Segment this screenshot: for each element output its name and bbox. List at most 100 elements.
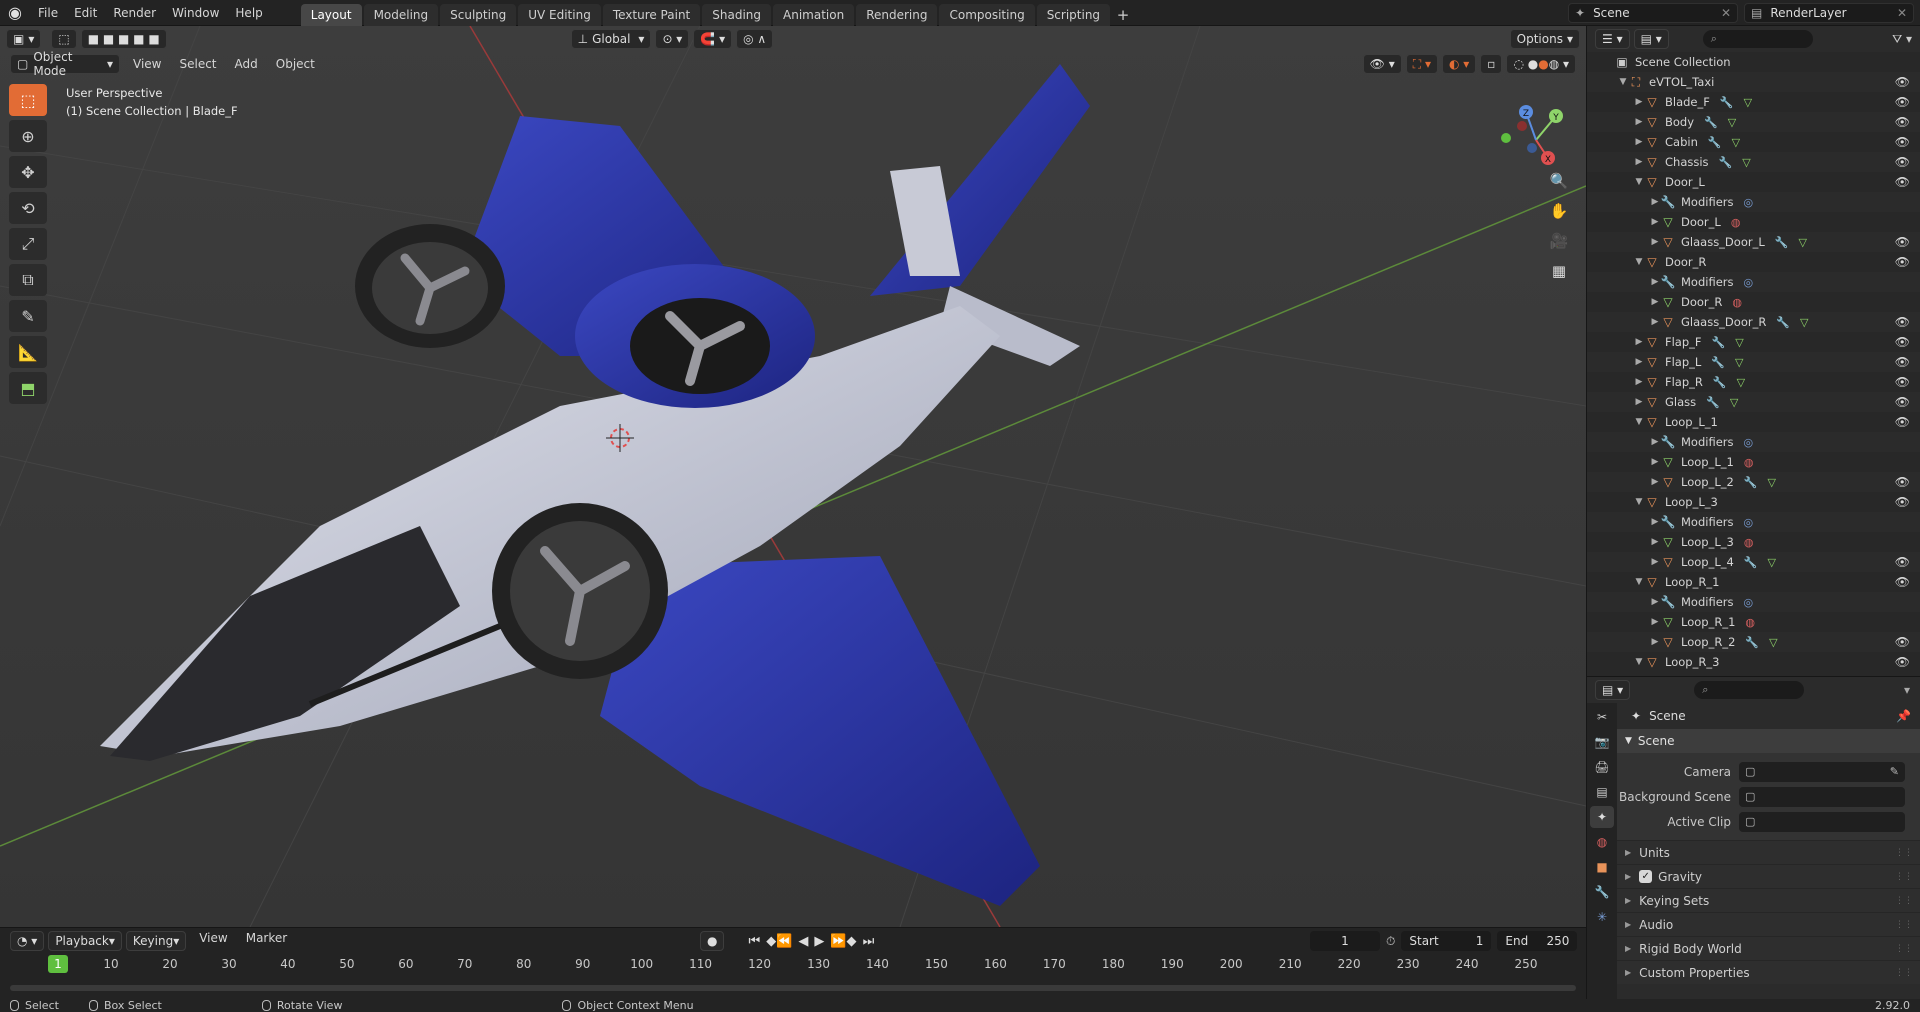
filter-icon[interactable]: ⛛ ▾ [1892,32,1912,47]
view-layer-tab-icon[interactable]: ▤ [1590,781,1614,803]
outliner-row[interactable]: ▶ ▽ Flap_L 🔧 ▽ 👁 [1587,352,1920,372]
eye-icon[interactable]: 👁 [1895,475,1910,489]
measure-tool[interactable]: 📐 [9,336,47,368]
expand-right-icon[interactable]: ▶ [1649,557,1661,567]
move-tool[interactable]: ✥ [9,156,47,188]
outliner-row[interactable]: ▼ ▽ Loop_L_1 👁 [1587,412,1920,432]
timeline-menu-marker[interactable]: Marker [237,931,296,951]
scene-tab-icon[interactable]: ✦ [1590,806,1614,828]
outliner-row[interactable]: ▶ ▽ Flap_R 🔧 ▽ 👁 [1587,372,1920,392]
timeline-menu-view[interactable]: View [190,931,236,951]
expand-right-icon[interactable]: ▶ [1633,137,1645,147]
outliner-row[interactable]: ▶ 🔧 Modifiers ◎ [1587,512,1920,532]
material-icon[interactable]: ◍ [1731,216,1741,229]
outliner-row[interactable]: ▶ ▽ Loop_R_1 ◍ [1587,612,1920,632]
material-icon[interactable]: ◍ [1745,616,1755,629]
tool-tab-icon[interactable]: ✂ [1590,706,1614,728]
modifier-tab-icon[interactable]: 🔧 [1590,881,1614,903]
expand-right-icon[interactable]: ▶ [1649,217,1661,227]
proportional-editing-toggle[interactable]: ◎ ∧ [736,29,774,49]
expand-right-icon[interactable]: ▶ [1649,637,1661,647]
viewport-menu-view[interactable]: View [124,57,170,71]
menu-file[interactable]: File [30,0,66,26]
outliner-row[interactable]: ▶ ▽ Glass 🔧 ▽ 👁 [1587,392,1920,412]
tab-compositing[interactable]: Compositing [939,3,1035,26]
eye-icon[interactable]: 👁 [1895,135,1910,149]
menu-render[interactable]: Render [105,0,164,26]
gravity-checkbox[interactable]: ✓ [1639,870,1653,883]
expand-right-icon[interactable]: ▶ [1649,297,1661,307]
expand-right-icon[interactable]: ▶ [1649,517,1661,527]
tab-rendering[interactable]: Rendering [856,3,938,26]
outliner-row[interactable]: ▼ ▽ Loop_R_1 👁 [1587,572,1920,592]
3d-viewport[interactable]: ▣ ▾ ⬚ ■ ■ ■ ■ ■ ⊥ Global ▾ ⊙ ▾ 🧲 ▾ ◎ ∧ Op… [0,26,1586,927]
property-field-background-scene[interactable]: ▢ [1739,786,1905,807]
mesh-data-icon[interactable]: ▽ [1800,316,1808,329]
eye-icon[interactable]: 👁 [1895,335,1910,349]
options-dropdown[interactable]: Options ▾ [1509,29,1580,49]
mode-dropdown[interactable]: ▢ Object Mode ▾ [10,50,120,78]
annotate-tool[interactable]: ✎ [9,300,47,332]
outliner-row[interactable]: ▶ ▽ Door_R ◍ [1587,292,1920,312]
jump-start-icon[interactable]: ⏮ [748,934,760,949]
outliner-search-input[interactable]: ⌕ [1702,30,1813,48]
eye-icon[interactable]: 👁 [1895,415,1910,429]
mesh-data-icon[interactable]: ▽ [1768,476,1776,489]
snap-toggle[interactable]: 🧲 ▾ [693,29,733,49]
mesh-data-icon[interactable]: ▽ [1735,356,1743,369]
subpanel-custom-properties[interactable]: ▶ Custom Properties ⋮⋮ [1617,960,1920,984]
scene-render[interactable] [0,26,1586,927]
outliner-row[interactable]: ▼ ▽ Door_R 👁 [1587,252,1920,272]
expand-down-icon[interactable]: ▼ [1617,77,1629,87]
expand-right-icon[interactable]: ▶ [1633,357,1645,367]
modifier-stack-icon[interactable]: ◎ [1744,516,1754,529]
viewport-menu-object[interactable]: Object [267,57,324,71]
eye-icon[interactable]: 👁 [1895,655,1910,669]
outliner-row[interactable]: ▶ ▽ Door_L ◍ [1587,212,1920,232]
chevron-down-icon[interactable]: ▾ [1904,683,1910,697]
end-frame-field[interactable]: End 250 [1497,931,1578,951]
subpanel-audio[interactable]: ▶ Audio ⋮⋮ [1617,912,1920,936]
expand-right-icon[interactable]: ▶ [1649,477,1661,487]
modifier-icon[interactable]: 🔧 [1745,636,1759,649]
modifier-icon[interactable]: 🔧 [1776,316,1790,329]
prev-keyframe-icon[interactable]: ◆⏪ [766,934,792,949]
scene-selector[interactable]: ✦ Scene ✕ [1568,3,1738,23]
modifier-icon[interactable]: 🔧 [1704,116,1718,129]
next-keyframe-icon[interactable]: ⏩◆ [830,934,856,949]
scene-panel-header[interactable]: ▼ Scene [1617,729,1920,753]
select-mode-icons[interactable]: ■ ■ ■ ■ ■ [80,29,167,49]
drag-handle-icon[interactable]: ⋮⋮ [1895,920,1913,930]
outliner-row[interactable]: ▶ ▽ Flap_F 🔧 ▽ 👁 [1587,332,1920,352]
eye-icon[interactable]: 👁 [1895,255,1910,269]
outliner-row[interactable]: ▼ ▽ Door_L 👁 [1587,172,1920,192]
material-icon[interactable]: ◍ [1744,536,1754,549]
eye-icon[interactable]: 👁 [1895,635,1910,649]
record-button[interactable]: ● [700,931,725,951]
expand-right-icon[interactable]: ▶ [1649,317,1661,327]
mesh-data-icon[interactable]: ▽ [1769,636,1777,649]
timeline-editor[interactable]: ◔ ▾ Playback ▾ Keying ▾ View Marker ● ⏮ ◆⏪ … [0,927,1586,999]
display-mode-dropdown[interactable]: ▤ ▾ [1633,29,1669,49]
pan-hand-icon[interactable]: ✋ [1546,198,1572,224]
jump-end-icon[interactable]: ⏭ [863,934,875,949]
grid-icon[interactable]: ▦ [1546,258,1572,284]
modifier-icon[interactable]: 🔧 [1744,556,1758,569]
play-icon[interactable]: ▶ [814,934,824,949]
drag-handle-icon[interactable]: ⋮⋮ [1895,944,1913,954]
subpanel-units[interactable]: ▶ Units ⋮⋮ [1617,840,1920,864]
outliner-row[interactable]: ▶ ▽ Chassis 🔧 ▽ 👁 [1587,152,1920,172]
modifier-icon[interactable]: 🔧 [1711,356,1725,369]
modifier-icon[interactable]: 🔧 [1708,136,1722,149]
tab-shading[interactable]: Shading [702,3,771,26]
eye-icon[interactable]: 👁 [1895,155,1910,169]
start-frame-field[interactable]: Start 1 [1401,931,1492,951]
eye-icon[interactable]: 👁 [1895,235,1910,249]
drag-handle-icon[interactable]: ⋮⋮ [1895,848,1913,858]
cursor-tool[interactable]: ⊕ [9,120,47,152]
overlay-toggle[interactable]: ◐ ▾ [1441,54,1477,74]
expand-right-icon[interactable]: ▶ [1649,537,1661,547]
render-tab-icon[interactable]: 📷 [1590,731,1614,753]
expand-right-icon[interactable]: ▶ [1649,597,1661,607]
eye-icon[interactable]: 👁 [1895,395,1910,409]
